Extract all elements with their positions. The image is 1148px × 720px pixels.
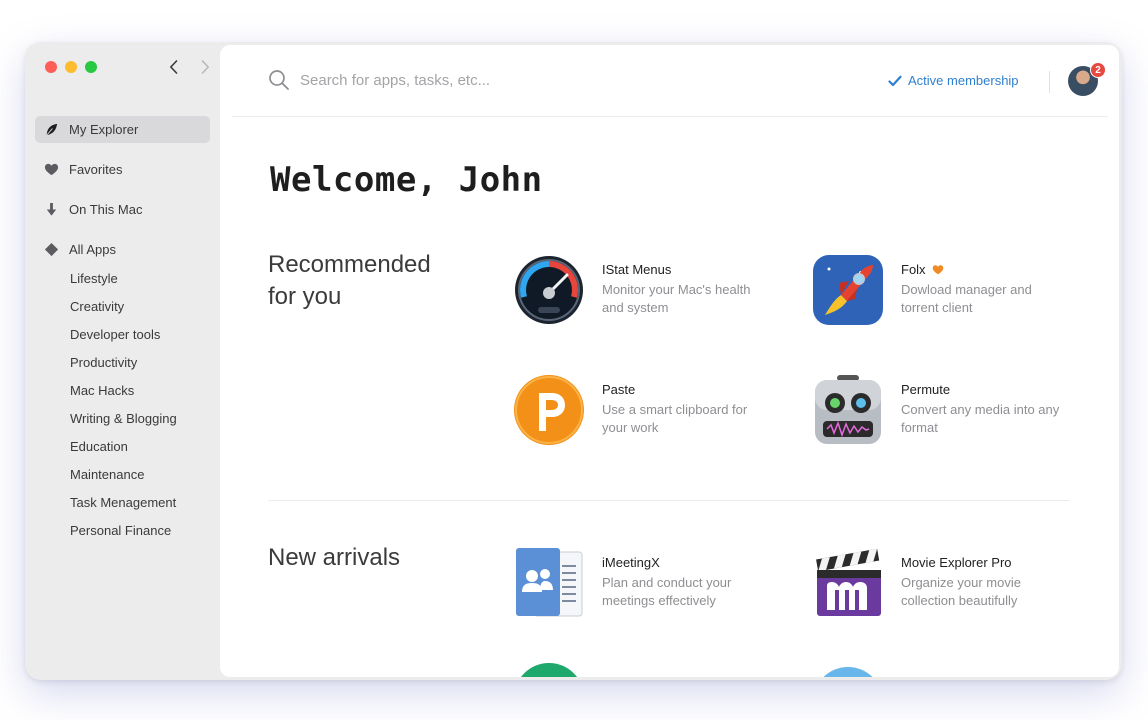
leaf-icon — [43, 122, 59, 138]
app-name: iMeetingX — [602, 555, 660, 570]
heart-icon — [932, 265, 943, 275]
zoom-window-button[interactable] — [85, 61, 97, 73]
clapperboard-icon — [811, 546, 885, 620]
app-card-imeetingx[interactable]: iMeetingX Plan and conduct your meetings… — [512, 546, 792, 620]
category-writing-blogging[interactable]: Writing & Blogging — [70, 404, 220, 432]
app-description: Convert any media into any format — [901, 402, 1060, 435]
app-name: Paste — [602, 382, 636, 397]
meeting-document-icon — [512, 546, 586, 620]
section-title-recommended: Recommended for you — [268, 251, 431, 310]
sidebar-item-label: All Apps — [69, 242, 116, 257]
chevron-left-icon — [169, 60, 177, 74]
app-window: My Explorer Favorites On This Mac All Ap… — [25, 42, 1122, 680]
gauge-icon — [512, 253, 586, 327]
partial-app-icon[interactable] — [514, 663, 584, 677]
sidebar: My Explorer Favorites On This Mac All Ap… — [25, 42, 220, 680]
partial-app-icon[interactable] — [813, 667, 883, 677]
page-title: Welcome, John — [270, 160, 543, 200]
app-name: Folx — [901, 262, 1071, 277]
category-task-management[interactable]: Task Menagement — [70, 488, 220, 516]
app-card-paste[interactable]: Paste Use a smart clipboard for your wor… — [512, 373, 792, 447]
category-creativity[interactable]: Creativity — [70, 292, 220, 320]
sidebar-item-label: My Explorer — [69, 122, 139, 137]
app-card-permute[interactable]: Permute Convert any media into any forma… — [811, 373, 1091, 447]
download-arrow-icon — [43, 202, 59, 218]
category-education[interactable]: Education — [70, 432, 220, 460]
sidebar-item-on-this-mac[interactable]: On This Mac — [35, 196, 210, 223]
sidebar-item-all-apps[interactable]: All Apps — [35, 236, 210, 263]
main-panel: Active membership 2 Welcome, John Recomm… — [220, 45, 1119, 677]
window-controls — [45, 61, 97, 73]
sidebar-item-label: Favorites — [69, 162, 123, 177]
section-divider — [268, 500, 1070, 501]
category-developer-tools[interactable]: Developer tools — [70, 320, 220, 348]
app-description: Plan and conduct your meetings effective… — [602, 575, 732, 608]
sidebar-item-favorites[interactable]: Favorites — [35, 156, 210, 183]
app-name: IStat Menus — [602, 262, 672, 277]
minimize-window-button[interactable] — [65, 61, 77, 73]
heart-icon — [43, 162, 59, 178]
sidebar-item-my-explorer[interactable]: My Explorer — [35, 116, 210, 143]
category-personal-finance[interactable]: Personal Finance — [70, 516, 220, 544]
category-productivity[interactable]: Productivity — [70, 348, 220, 376]
category-mac-hacks[interactable]: Mac Hacks — [70, 376, 220, 404]
app-name: Permute — [901, 382, 951, 397]
diamond-icon — [43, 242, 59, 258]
back-button[interactable] — [165, 58, 181, 76]
category-maintenance[interactable]: Maintenance — [70, 460, 220, 488]
search-input[interactable] — [300, 67, 660, 93]
app-description: Dowload manager and torrent client — [901, 282, 1032, 315]
sidebar-item-label: On This Mac — [69, 202, 143, 217]
forward-button[interactable] — [197, 58, 213, 76]
history-navigation — [165, 58, 213, 76]
notification-badge: 2 — [1090, 62, 1106, 78]
rocket-icon — [811, 253, 885, 327]
membership-status[interactable]: Active membership — [888, 73, 1019, 88]
app-name: Movie Explorer Pro — [901, 555, 1012, 570]
section-title-new-arrivals: New arrivals — [268, 544, 401, 571]
checkmark-icon — [888, 75, 902, 86]
chevron-right-icon — [201, 60, 209, 74]
app-card-folx[interactable]: Folx Dowload manager and torrent client — [811, 253, 1091, 327]
category-list: Lifestyle Creativity Developer tools Pro… — [70, 264, 220, 544]
app-description: Use a smart clipboard for your work — [602, 402, 748, 435]
category-lifestyle[interactable]: Lifestyle — [70, 264, 220, 292]
top-bar: Active membership 2 — [232, 45, 1108, 117]
robot-icon — [811, 373, 885, 447]
close-window-button[interactable] — [45, 61, 57, 73]
app-card-istat-menus[interactable]: IStat Menus Monitor your Mac's health an… — [512, 253, 792, 327]
search-icon — [269, 70, 289, 90]
sidebar-nav: My Explorer Favorites On This Mac All Ap… — [35, 116, 210, 263]
app-card-movie-explorer-pro[interactable]: Movie Explorer Pro Organize your movie c… — [811, 546, 1091, 620]
app-description: Monitor your Mac's health and system — [602, 282, 751, 315]
paste-p-icon — [512, 373, 586, 447]
app-description: Organize your movie collection beautiful… — [901, 575, 1021, 608]
topbar-divider — [1049, 71, 1050, 93]
membership-label: Active membership — [908, 73, 1019, 88]
